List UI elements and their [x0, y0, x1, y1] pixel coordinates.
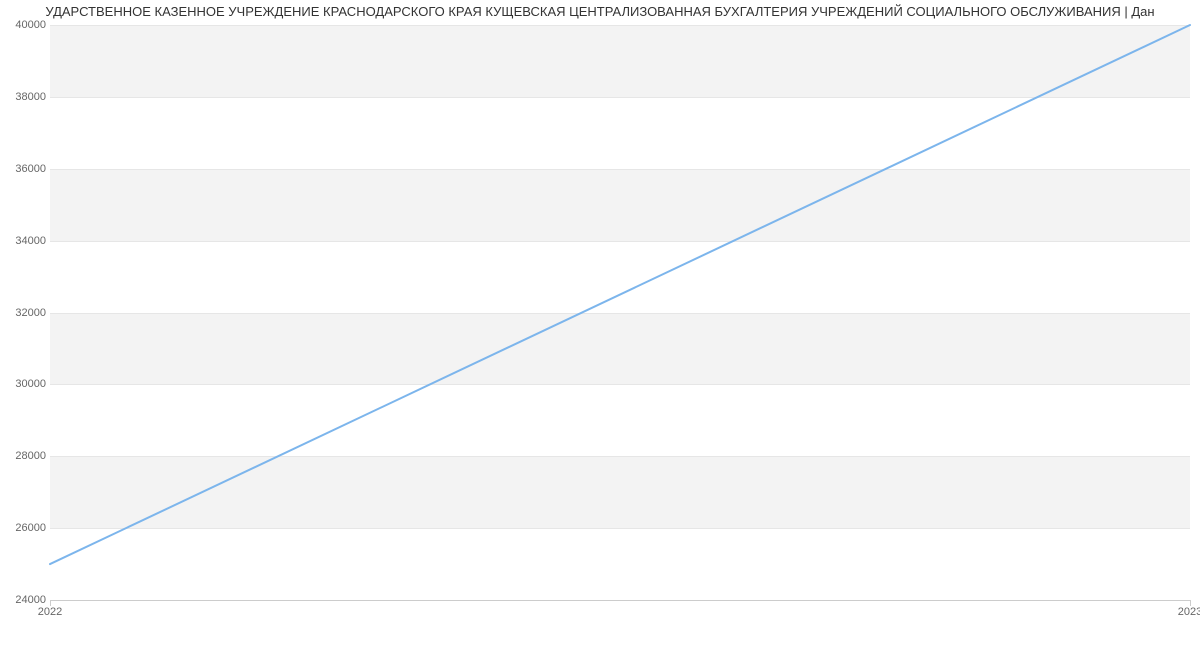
- plot-area: [50, 25, 1190, 600]
- x-tick-label: 2022: [38, 606, 62, 618]
- y-tick-label: 26000: [4, 522, 46, 534]
- y-tick-label: 30000: [4, 378, 46, 390]
- y-tick-label: 28000: [4, 450, 46, 462]
- chart-container: УДАРСТВЕННОЕ КАЗЕННОЕ УЧРЕЖДЕНИЕ КРАСНОД…: [0, 0, 1200, 650]
- line-layer: [50, 25, 1190, 600]
- x-tick-mark: [1190, 600, 1191, 606]
- series-line: [50, 25, 1190, 564]
- chart-title: УДАРСТВЕННОЕ КАЗЕННОЕ УЧРЕЖДЕНИЕ КРАСНОД…: [0, 4, 1200, 19]
- x-tick-mark: [50, 600, 51, 606]
- y-tick-label: 24000: [4, 594, 46, 606]
- y-tick-label: 32000: [4, 307, 46, 319]
- y-tick-label: 36000: [4, 163, 46, 175]
- x-axis-line: [50, 600, 1190, 601]
- x-tick-label: 2023: [1178, 606, 1200, 618]
- y-tick-label: 34000: [4, 235, 46, 247]
- y-tick-label: 40000: [4, 19, 46, 31]
- y-tick-label: 38000: [4, 91, 46, 103]
